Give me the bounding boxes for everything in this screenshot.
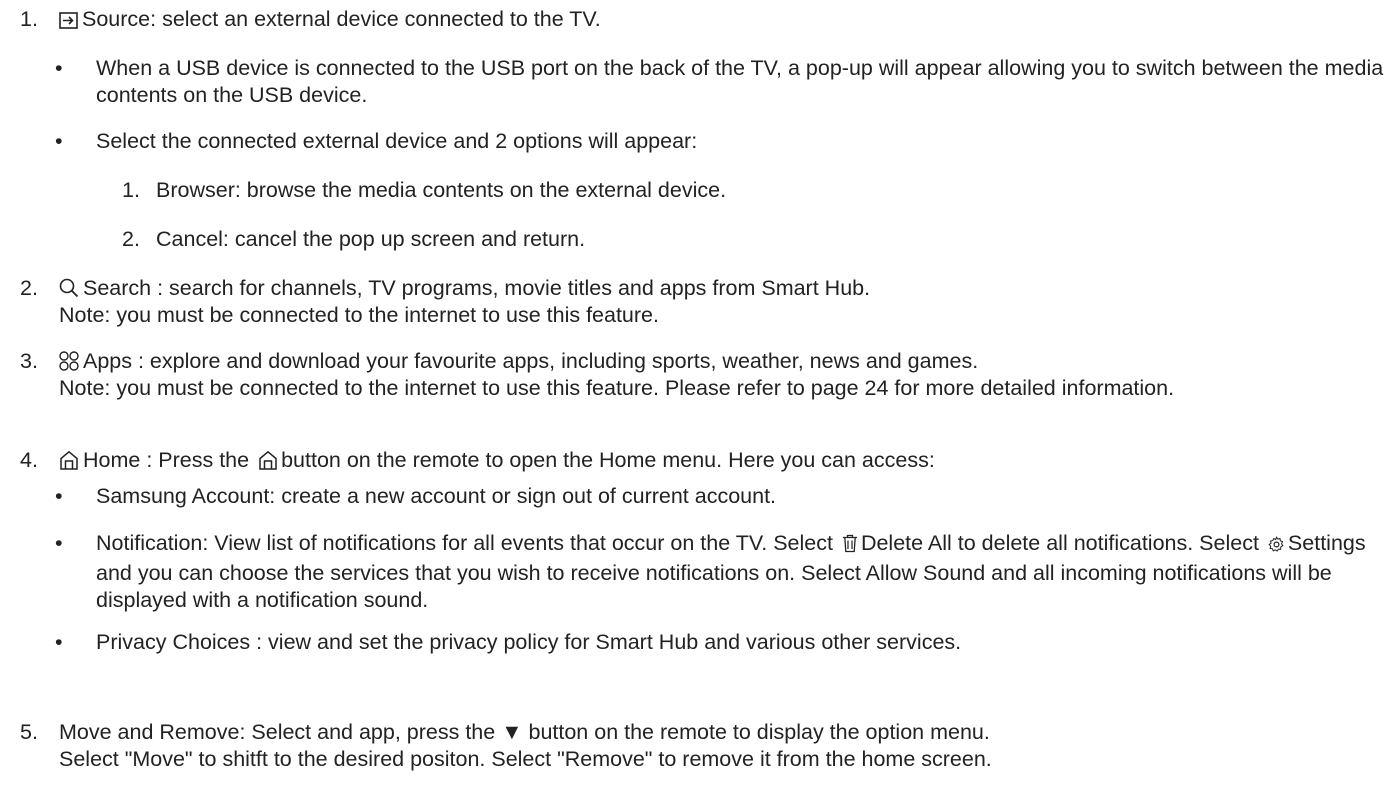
- sub-item-text: Browser: browse the media contents on th…: [156, 178, 727, 202]
- item-number: 3.: [20, 349, 38, 373]
- sub-list-item: 2. Cancel: cancel the pop up screen and …: [122, 226, 1372, 253]
- bullet-text: Select the connected external device and…: [96, 129, 698, 153]
- item-number: 4.: [20, 448, 38, 472]
- item-text: Search : search for channels, TV program…: [83, 276, 871, 300]
- bullet-marker: •: [55, 484, 63, 508]
- list-item-search: 2. Search : search for channels, TV prog…: [20, 275, 1380, 329]
- home-icon: [59, 450, 79, 470]
- item-number: 2.: [20, 276, 38, 300]
- item-text-start: Home : Press the: [83, 448, 250, 472]
- bullet-marker: •: [55, 630, 63, 654]
- list-item-bullet: • Samsung Account: create a new account …: [55, 483, 1385, 510]
- list-item-bullet: • When a USB device is connected to the …: [55, 55, 1385, 109]
- list-item-bullet: • Select the connected external device a…: [55, 128, 1385, 155]
- down-arrow-icon: ▼: [501, 720, 523, 744]
- list-item-bullet: • Privacy Choices : view and set the pri…: [55, 629, 1385, 656]
- item-text-start: Move and Remove: Select and app, press t…: [59, 720, 496, 744]
- apps-icon: [59, 351, 79, 371]
- bullet-marker: •: [55, 129, 63, 153]
- bullet-text: Privacy Choices : view and set the priva…: [96, 630, 962, 654]
- notification-text-a: Notification: View list of notifications…: [96, 531, 833, 555]
- item-note: Note: you must be connected to the inter…: [59, 376, 1175, 400]
- search-icon: [59, 278, 79, 298]
- list-item-bullet-notification: • Notification: View list of notificatio…: [55, 530, 1385, 614]
- trash-icon: [842, 533, 858, 560]
- bullet-marker: •: [55, 531, 63, 555]
- item-text: Source: select an external device connec…: [82, 7, 601, 31]
- list-item-move-remove: 5. Move and Remove: Select and app, pres…: [20, 719, 1380, 773]
- sub-item-text: Cancel: cancel the pop up screen and ret…: [156, 227, 586, 251]
- manual-page: 1. Source: select an external device con…: [0, 0, 1392, 798]
- sub-item-number: 1.: [122, 178, 140, 202]
- item-text: Apps : explore and download your favouri…: [83, 349, 979, 373]
- list-item-home: 4. Home : Press the button on the remote…: [20, 447, 1380, 477]
- item-text-end: button on the remote to display the opti…: [528, 720, 990, 744]
- list-item-source: 1. Source: select an external device con…: [20, 6, 1380, 33]
- item-number: 1.: [20, 7, 38, 31]
- item-number: 5.: [20, 720, 38, 744]
- bullet-marker: •: [55, 56, 63, 80]
- item-note: Note: you must be connected to the inter…: [59, 303, 659, 327]
- bullet-text: When a USB device is connected to the US…: [96, 56, 1384, 107]
- item-text-second-line: Select "Move" to shitft to the desired p…: [59, 747, 992, 771]
- source-icon: [59, 12, 78, 29]
- item-text-end: button on the remote to open the Home me…: [281, 448, 935, 472]
- bullet-text: Samsung Account: create a new account or…: [96, 484, 777, 508]
- gear-icon: [1268, 533, 1285, 560]
- sub-item-number: 2.: [122, 227, 140, 251]
- list-item-apps: 3. Apps : explore and download your favo…: [20, 348, 1380, 402]
- notification-text-b: Delete All to delete all notifications. …: [860, 531, 1259, 555]
- sub-list-item: 1. Browser: browse the media contents on…: [122, 177, 1372, 204]
- home-icon: [258, 450, 278, 477]
